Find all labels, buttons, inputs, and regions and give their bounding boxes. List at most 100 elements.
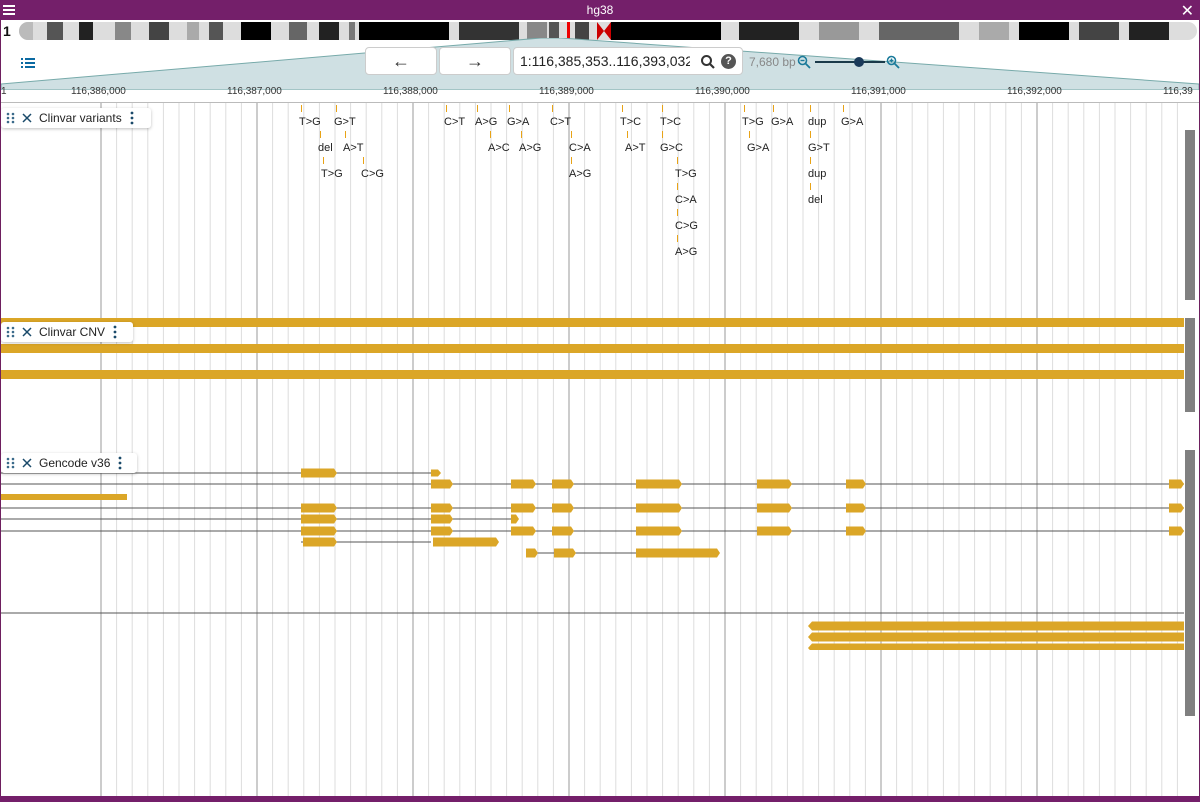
variant-label[interactable]: G>T [334, 116, 356, 128]
variant-label[interactable]: C>A [569, 142, 591, 154]
help-icon[interactable]: ? [721, 54, 736, 69]
variant-label[interactable]: T>G [321, 168, 343, 180]
variant-marker[interactable] [622, 105, 623, 112]
variant-label[interactable]: C>T [444, 116, 465, 128]
zoom-slider[interactable] [815, 55, 885, 69]
variant-marker[interactable] [843, 105, 844, 112]
variant-marker[interactable] [323, 157, 324, 164]
exon[interactable] [1169, 503, 1184, 513]
tracklist-icon[interactable] [21, 56, 35, 70]
variant-label[interactable]: T>C [660, 116, 681, 128]
exon[interactable] [808, 632, 1184, 642]
exon[interactable] [431, 526, 453, 536]
coordinate-ruler[interactable]: 1 116,386,000 116,387,000 116,388,000 11… [1, 84, 1199, 103]
exon[interactable] [301, 514, 337, 524]
variant-marker[interactable] [320, 131, 321, 138]
variant-marker[interactable] [749, 131, 750, 138]
variant-marker[interactable] [677, 157, 678, 164]
variant-marker[interactable] [509, 105, 510, 112]
search-icon[interactable] [700, 54, 716, 70]
variant-marker[interactable] [363, 157, 364, 164]
drag-handle-icon[interactable] [6, 325, 16, 339]
variant-label[interactable]: A>T [625, 142, 645, 154]
exon[interactable] [431, 503, 453, 513]
variant-marker[interactable] [810, 105, 811, 112]
exon[interactable] [554, 548, 576, 558]
variant-label[interactable]: G>C [660, 142, 683, 154]
variant-label[interactable]: dup [808, 168, 826, 180]
variant-marker[interactable] [677, 209, 678, 216]
variant-label[interactable]: A>G [675, 246, 697, 258]
gencode-features[interactable] [1, 450, 1184, 650]
variant-label[interactable]: T>G [299, 116, 321, 128]
variant-label[interactable]: A>C [488, 142, 510, 154]
exon[interactable] [636, 479, 682, 489]
variant-marker[interactable] [627, 131, 628, 138]
exon[interactable] [511, 503, 536, 513]
variant-marker[interactable] [662, 105, 663, 112]
variant-label[interactable]: T>C [620, 116, 641, 128]
exon[interactable] [1169, 526, 1184, 536]
variant-marker[interactable] [677, 183, 678, 190]
exon[interactable] [431, 469, 441, 477]
exon[interactable] [301, 526, 337, 536]
variant-marker[interactable] [571, 131, 572, 138]
exon[interactable] [552, 503, 574, 513]
forward-button[interactable]: → [439, 47, 511, 75]
variant-marker[interactable] [521, 131, 522, 138]
back-button[interactable]: ← [365, 47, 437, 75]
zoom-in-icon[interactable] [886, 55, 900, 69]
exon[interactable] [552, 526, 574, 536]
exon[interactable] [526, 548, 538, 558]
track-close-icon[interactable] [22, 113, 32, 123]
variant-label[interactable]: del [808, 194, 823, 206]
variant-marker[interactable] [810, 131, 811, 138]
variant-label[interactable]: G>A [771, 116, 793, 128]
drag-handle-icon[interactable] [6, 111, 16, 125]
variant-marker[interactable] [446, 105, 447, 112]
variant-marker[interactable] [571, 157, 572, 164]
exon[interactable] [808, 621, 1184, 631]
variant-marker[interactable] [810, 157, 811, 164]
variant-label[interactable]: A>G [475, 116, 497, 128]
track-scrollbar[interactable] [1185, 130, 1195, 300]
drag-handle-icon[interactable] [6, 456, 16, 470]
exon[interactable] [757, 503, 792, 513]
variant-label[interactable]: A>G [519, 142, 541, 154]
variant-label[interactable]: T>G [742, 116, 764, 128]
variant-label[interactable]: A>G [569, 168, 591, 180]
zoom-out-icon[interactable] [797, 55, 811, 69]
track-scrollbar[interactable] [1185, 450, 1195, 716]
cnv-feature[interactable] [1, 318, 1184, 327]
exon[interactable] [808, 643, 1184, 651]
track-close-icon[interactable] [22, 327, 32, 337]
exon[interactable] [757, 479, 792, 489]
track-menu-icon[interactable] [130, 111, 134, 125]
exon[interactable] [301, 468, 337, 478]
variant-marker[interactable] [810, 183, 811, 190]
variant-label[interactable]: C>G [675, 220, 698, 232]
close-icon[interactable]: ✕ [1181, 1, 1194, 21]
exon[interactable] [303, 537, 337, 547]
exon[interactable] [636, 548, 720, 558]
variant-label[interactable]: T>G [675, 168, 697, 180]
exon[interactable] [636, 503, 682, 513]
exon[interactable] [636, 526, 682, 536]
exon[interactable] [552, 479, 574, 489]
variant-label[interactable]: dup [808, 116, 826, 128]
track-menu-icon[interactable] [113, 325, 117, 339]
exon[interactable] [431, 514, 453, 524]
variant-marker[interactable] [345, 131, 346, 138]
cnv-feature[interactable] [1, 344, 1184, 353]
exon[interactable] [433, 537, 499, 547]
variant-marker[interactable] [662, 131, 663, 138]
variant-marker[interactable] [336, 105, 337, 112]
variant-marker[interactable] [477, 105, 478, 112]
track-scrollbar[interactable] [1185, 318, 1195, 412]
exon[interactable] [1, 494, 127, 500]
variant-label[interactable]: C>A [675, 194, 697, 206]
variant-label[interactable]: G>A [507, 116, 529, 128]
variant-marker[interactable] [773, 105, 774, 112]
variant-marker[interactable] [552, 105, 553, 112]
exon[interactable] [757, 526, 792, 536]
